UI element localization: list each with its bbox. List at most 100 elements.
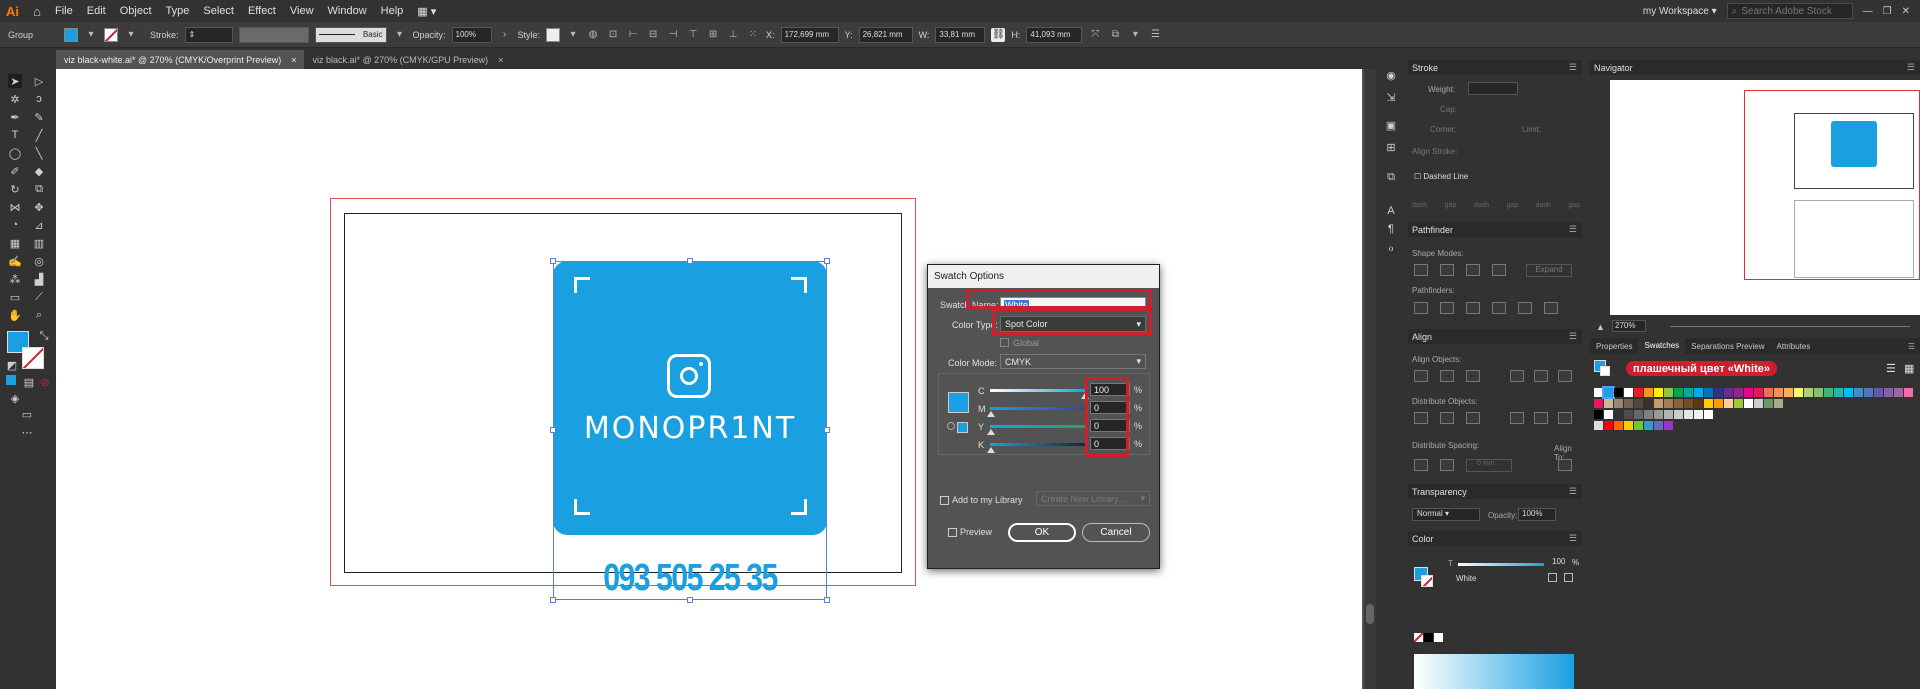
y-field[interactable]: 26,821 mm (858, 26, 913, 43)
ok-button[interactable]: OK (1008, 523, 1076, 542)
minus-back-icon[interactable] (1544, 302, 1558, 314)
panel-menu-icon[interactable]: ☰ (1907, 62, 1915, 73)
rotate-tool-icon[interactable]: ↻ (8, 182, 22, 196)
swatch-chip[interactable] (1744, 399, 1753, 408)
chevron-down-icon[interactable]: ▾ (393, 28, 407, 42)
none-mode-icon[interactable]: ⊘ (38, 375, 52, 389)
swatch-chip[interactable] (1634, 410, 1643, 419)
menu-effect[interactable]: Effect (241, 5, 283, 17)
swatch-chip[interactable] (1644, 410, 1653, 419)
menu-select[interactable]: Select (196, 5, 241, 17)
distribute-right-icon[interactable] (1558, 412, 1572, 424)
w-field[interactable]: 33,81 mm (935, 26, 986, 43)
swatch-chip[interactable] (1684, 399, 1693, 408)
curvature-tool-icon[interactable]: ✎ (32, 110, 46, 124)
minus-front-icon[interactable] (1440, 264, 1454, 276)
menu-object[interactable]: Object (113, 5, 159, 17)
artboard-tool-icon[interactable]: ▭ (8, 290, 22, 304)
swatch-chip[interactable] (1784, 388, 1793, 397)
align-to-icon[interactable]: ⊡ (606, 28, 620, 42)
swatch-chip[interactable] (1684, 410, 1693, 419)
selection-handle[interactable] (824, 427, 830, 433)
screen-mode-icon[interactable]: ▭ (20, 407, 34, 421)
swatch-chip[interactable] (1614, 421, 1623, 430)
align-vcenter-icon[interactable] (1534, 370, 1548, 382)
eraser-icon[interactable]: ◆ (32, 164, 46, 178)
draw-mode-icon[interactable]: ◈ (8, 391, 22, 405)
panel-menu-icon[interactable]: ☰ (1569, 62, 1577, 73)
horizontal-spacing-icon[interactable] (1440, 459, 1454, 471)
chevron-down-icon[interactable]: ▾ (124, 28, 138, 42)
swatch-chip[interactable] (1704, 410, 1713, 419)
swatch-chip[interactable] (1724, 399, 1733, 408)
swatch-chip[interactable] (1724, 388, 1733, 397)
link-icon[interactable]: ⛓ (991, 27, 1006, 42)
tab-viz-black-white[interactable]: viz black-white.ai* @ 270% (CMYK/Overpri… (56, 50, 305, 69)
swatch-chip[interactable] (1824, 388, 1833, 397)
swatch-chip[interactable] (1764, 399, 1773, 408)
global-checkbox[interactable] (1000, 338, 1009, 347)
color-mode-icon[interactable] (6, 375, 16, 385)
swatch-chip[interactable] (1624, 421, 1633, 430)
swatch-chip[interactable] (1644, 421, 1653, 430)
selection-handle[interactable] (550, 258, 556, 264)
swatch-chip[interactable] (1734, 388, 1743, 397)
hand-tool-icon[interactable]: ✋ (8, 308, 22, 322)
tab-properties[interactable]: Properties (1590, 342, 1638, 351)
selection-handle[interactable] (687, 597, 693, 603)
list-view-icon[interactable]: ☰ (1886, 362, 1896, 375)
swatch-chip[interactable] (1624, 410, 1633, 419)
swatch-chip[interactable] (1774, 399, 1783, 408)
none-color-chip[interactable] (1414, 633, 1423, 642)
grid-view-icon[interactable]: ▦ (1904, 362, 1914, 375)
color-stroke-box[interactable] (1421, 575, 1433, 587)
symbol-sprayer-icon[interactable]: ⁂ (8, 272, 22, 286)
links-icon[interactable]: ⧉ (1384, 170, 1398, 184)
blend-tool-icon[interactable]: ◎ (32, 254, 46, 268)
asset-export-icon[interactable]: ⊞ (1384, 140, 1398, 154)
library-select[interactable]: Create New Library... ▾ (1036, 491, 1150, 506)
slider-handle[interactable] (987, 447, 995, 453)
swatch-chip[interactable] (1864, 388, 1873, 397)
swatch-chip[interactable] (1654, 421, 1663, 430)
swatch-chip[interactable] (1774, 388, 1783, 397)
eyedropper-icon[interactable]: ✍ (8, 254, 22, 268)
distribute-vcenter-icon[interactable] (1440, 412, 1454, 424)
graphic-style-swatch[interactable] (546, 27, 561, 42)
swatch-chip[interactable] (1704, 399, 1713, 408)
slice-tool-icon[interactable]: ⟋ (32, 290, 46, 304)
width-tool-icon[interactable]: ⋈ (8, 200, 22, 214)
swatch-chip[interactable] (1834, 388, 1843, 397)
align-top-icon[interactable] (1510, 370, 1524, 382)
zoom-out-icon[interactable]: ▲ (1596, 322, 1605, 332)
panel-menu-icon[interactable]: ☰ (1569, 331, 1577, 342)
align-vcenter-icon[interactable]: ⊞ (706, 28, 720, 42)
paragraph-icon[interactable]: ¶ (1384, 222, 1398, 236)
swatch-chip[interactable] (1594, 410, 1603, 419)
selection-handle[interactable] (687, 258, 693, 264)
unite-icon[interactable] (1414, 264, 1428, 276)
swatch-chip[interactable] (1814, 388, 1823, 397)
selection-handle[interactable] (824, 597, 830, 603)
type-tool-icon[interactable]: T (8, 128, 22, 142)
selection-handle[interactable] (550, 427, 556, 433)
isolate-icon[interactable]: ⧉ (1108, 28, 1122, 42)
panel-menu-icon[interactable]: ☰ (1148, 28, 1162, 42)
outline-icon[interactable] (1518, 302, 1532, 314)
swatch-chip[interactable] (1764, 388, 1773, 397)
variable-width-field[interactable] (238, 26, 309, 43)
swatch-chip[interactable] (1614, 388, 1623, 397)
panel-menu-icon[interactable]: ☰ (1569, 486, 1577, 497)
close-icon[interactable]: × (291, 55, 296, 65)
artboard[interactable]: MONOPR1NT 093 505 25 35 (56, 69, 1362, 689)
menu-view[interactable]: View (283, 5, 321, 17)
swatch-chip[interactable] (1664, 421, 1673, 430)
swatch-chip[interactable] (1694, 410, 1703, 419)
swatch-chip[interactable] (1884, 388, 1893, 397)
shaper-tool-icon[interactable]: ✐ (8, 164, 22, 178)
h-field[interactable]: 41,093 mm (1026, 26, 1083, 43)
expand-button[interactable]: Expand (1526, 264, 1572, 277)
panel-menu-icon[interactable]: ☰ (1908, 342, 1915, 351)
swatch-chip[interactable] (1664, 388, 1673, 397)
workspace-switcher[interactable]: my Workspace ▾ (1643, 6, 1717, 17)
